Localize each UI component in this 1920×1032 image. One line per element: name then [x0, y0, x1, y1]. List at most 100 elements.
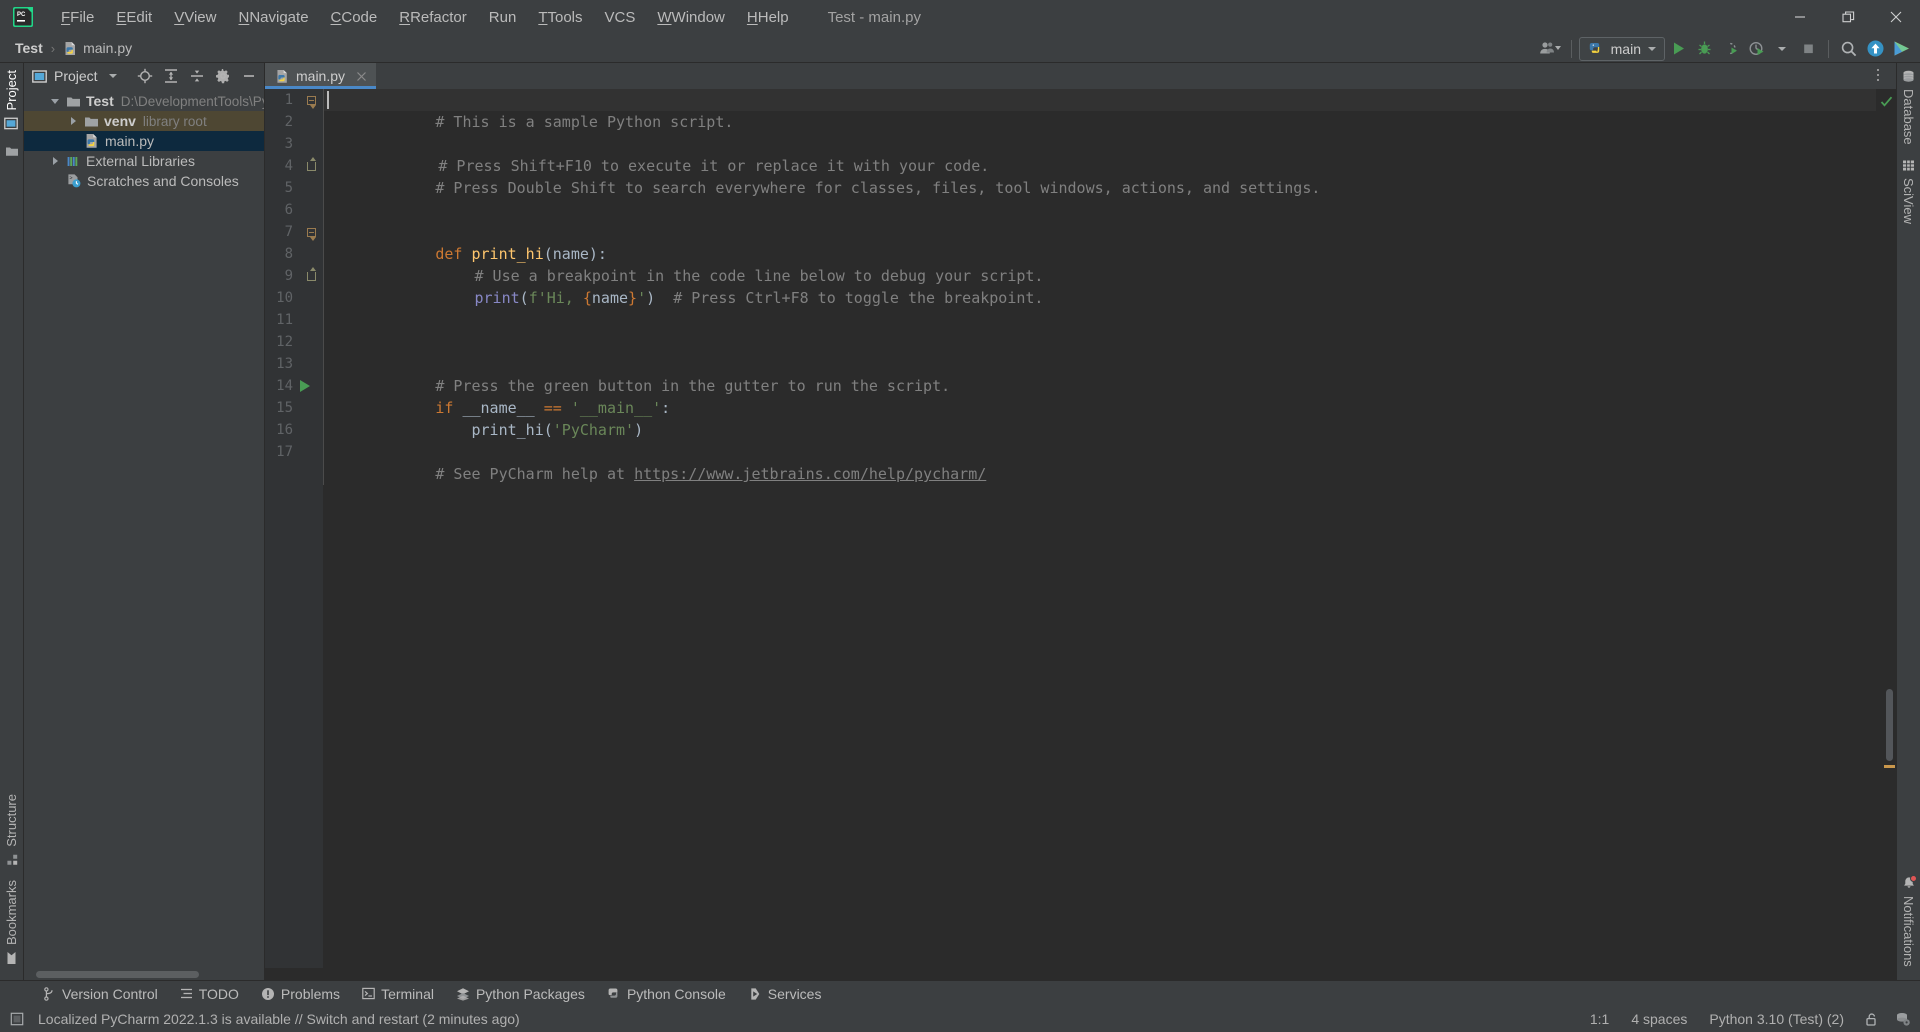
todo-marker[interactable] [1884, 765, 1895, 768]
run-button[interactable] [1665, 37, 1691, 61]
close-tab-icon[interactable] [355, 70, 368, 83]
more-options-icon[interactable] [1868, 65, 1888, 85]
menu-tools[interactable]: TTools [527, 5, 593, 30]
menu-code[interactable]: CCode [320, 5, 389, 30]
tool-button-python-console[interactable]: Python Console [596, 983, 737, 1005]
close-button[interactable] [1872, 0, 1920, 34]
run-config-label: main [1610, 40, 1641, 57]
project-panel-title[interactable]: Project [32, 68, 117, 84]
editor-gutter[interactable]: 1 2 3 4 5 6 7 8 9 10 11 12 13 14 15 16 1 [265, 89, 323, 968]
database-settings-icon[interactable] [1894, 1010, 1912, 1028]
menu-refactor[interactable]: RRefactor [388, 5, 478, 30]
ide-update-icon[interactable] [8, 1010, 26, 1028]
line-number: 16 [276, 422, 293, 438]
tree-toggle-external-libraries[interactable] [48, 157, 62, 165]
gear-icon[interactable] [212, 65, 234, 87]
search-everywhere-button[interactable] [1836, 37, 1862, 61]
tree-item-scratches-and-consoles[interactable]: > Scratches and Consoles [24, 171, 264, 191]
editor-marker-bar[interactable] [1876, 89, 1896, 968]
stripe-button-bookmarks[interactable]: Bookmarks [1, 873, 22, 972]
menu-file[interactable]: FFile [50, 5, 105, 30]
tree-toggle-venv[interactable] [66, 117, 80, 125]
python-file-icon [84, 133, 100, 149]
status-bar-right: 1:1 4 spaces Python 3.10 (Test) (2) [1586, 1009, 1912, 1029]
line-number: 1 [284, 92, 293, 108]
project-window-icon [32, 69, 47, 84]
update-project-button[interactable] [1862, 37, 1888, 61]
menu-run[interactable]: Run [478, 5, 528, 30]
stripe-button-files[interactable] [2, 137, 22, 165]
fold-marker-line-1[interactable] [303, 89, 319, 111]
chevron-down-icon [1648, 46, 1656, 51]
project-tool-window: Project Test D:\DevelopmentTools\P venv … [24, 63, 265, 980]
menu-view[interactable]: VView [163, 5, 227, 30]
code-with-me-button[interactable] [1888, 37, 1914, 61]
fold-marker-line-4[interactable] [303, 155, 319, 177]
branch-icon [43, 986, 56, 1001]
tree-sublabel: library root [142, 113, 207, 129]
select-opened-file-button[interactable] [134, 65, 156, 87]
menu-navigate[interactable]: NNavigate [227, 5, 319, 30]
status-bar-left: Localized PyCharm 2022.1.3 is available … [8, 1009, 524, 1029]
run-line-marker[interactable] [297, 375, 313, 397]
profile-button[interactable] [1743, 37, 1769, 61]
line-number: 3 [284, 136, 293, 152]
tool-button-todo[interactable]: TODO [169, 983, 250, 1005]
code-editor[interactable]: # This is a sample Python script. # Pres… [323, 89, 1876, 968]
editor-horizontal-scrollbar[interactable] [265, 968, 1896, 980]
tree-item-external-libraries[interactable]: External Libraries [24, 151, 264, 171]
ok-check-icon[interactable] [1880, 95, 1893, 108]
run-configuration-selector[interactable]: main [1578, 36, 1665, 61]
caret-position[interactable]: 1:1 [1586, 1009, 1613, 1029]
tree-item-test[interactable]: Test D:\DevelopmentTools\PyCharm [24, 91, 264, 111]
python-file-icon [275, 69, 290, 84]
scrollbar-thumb[interactable] [36, 971, 199, 978]
debug-button[interactable] [1691, 37, 1717, 61]
menu-window[interactable]: WWindow [646, 5, 736, 30]
menu-edit[interactable]: EEdit [105, 5, 163, 30]
minimize-button[interactable] [1776, 0, 1824, 34]
tool-button-terminal[interactable]: Terminal [351, 983, 445, 1005]
fold-marker-line-9[interactable] [303, 265, 319, 287]
stripe-button-notifications[interactable]: Notifications [1898, 869, 1919, 974]
stripe-button-sciview[interactable]: SciView [1898, 152, 1919, 231]
left-tool-stripe: Project Structure Bookmarks [0, 63, 24, 980]
breadcrumb-file[interactable]: main.py [58, 38, 137, 58]
stripe-button-database[interactable]: Database [1898, 63, 1919, 152]
breadcrumb-project[interactable]: Test [10, 38, 48, 58]
project-panel-horizontal-scrollbar[interactable] [24, 969, 264, 980]
svg-text:PC: PC [17, 12, 26, 18]
status-message[interactable]: Localized PyCharm 2022.1.3 is available … [34, 1009, 524, 1029]
stripe-button-project[interactable]: Project [1, 63, 22, 137]
line-number: 15 [276, 400, 293, 416]
interpreter-selector[interactable]: Python 3.10 (Test) (2) [1705, 1009, 1848, 1029]
code-line-12: # Press the green button in the gutter t… [435, 377, 951, 395]
database-icon [1902, 70, 1915, 83]
restore-button[interactable] [1824, 0, 1872, 34]
run-with-coverage-button[interactable] [1717, 37, 1743, 61]
stop-button[interactable] [1795, 37, 1821, 61]
tool-button-python-packages[interactable]: Python Packages [445, 983, 596, 1005]
tool-button-services[interactable]: Services [737, 983, 833, 1005]
collapse-all-button[interactable] [186, 65, 208, 87]
tool-button-problems[interactable]: Problems [250, 983, 351, 1005]
editor-tab-main-py[interactable]: main.py [265, 63, 377, 89]
stripe-button-structure[interactable]: Structure [1, 787, 22, 873]
expand-all-button[interactable] [160, 65, 182, 87]
menu-vcs[interactable]: VCS [594, 5, 647, 30]
toolbar-divider-2 [1828, 39, 1829, 58]
unlocked-padlock-icon[interactable] [1862, 1010, 1880, 1028]
editor-vertical-scrollbar-thumb[interactable] [1886, 689, 1893, 761]
tree-item-main-py[interactable]: main.py [24, 131, 264, 151]
hide-panel-button[interactable] [238, 65, 260, 87]
folder-icon [5, 144, 19, 158]
menu-help[interactable]: HHelp [736, 5, 800, 30]
tool-button-version-control[interactable]: Version Control [32, 983, 169, 1005]
user-account-icon[interactable] [1536, 37, 1564, 61]
fold-marker-line-7[interactable] [303, 221, 319, 243]
tree-item-venv[interactable]: venv library root [24, 111, 264, 131]
tree-toggle-test[interactable] [48, 98, 62, 104]
profile-dropdown-button[interactable] [1769, 37, 1795, 61]
indent-setting[interactable]: 4 spaces [1627, 1009, 1691, 1029]
help-url-link[interactable]: https://www.jetbrains.com/help/pycharm/ [634, 465, 986, 483]
